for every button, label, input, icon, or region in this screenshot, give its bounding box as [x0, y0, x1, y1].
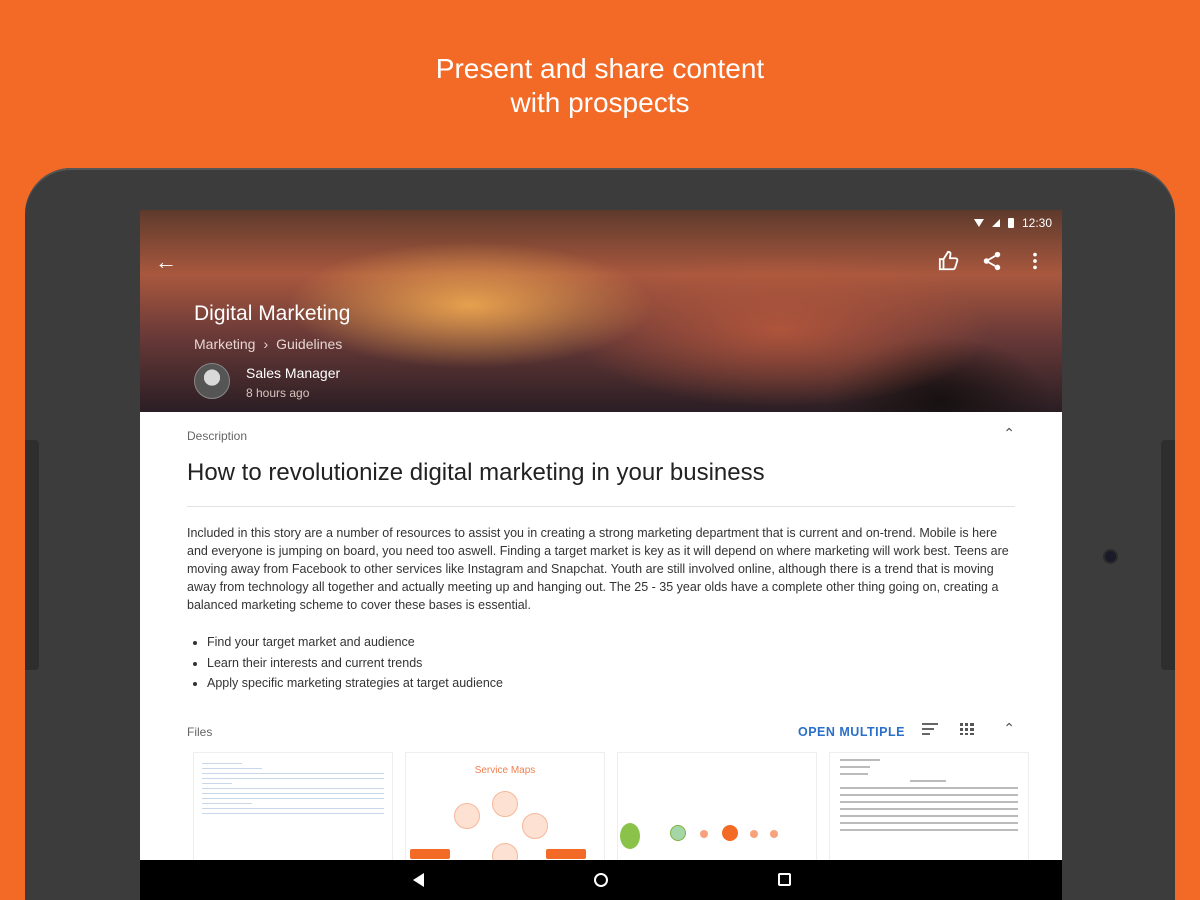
promo-headline-line2: with prospects — [510, 87, 690, 118]
sort-icon[interactable] — [922, 723, 938, 738]
share-icon[interactable] — [978, 250, 1006, 277]
files-chevron-up-icon[interactable]: ⌃ — [1003, 720, 1015, 737]
chevron-right-icon: › — [263, 336, 269, 352]
description-label: Description — [187, 429, 248, 443]
files-thumbnails: Service Maps — [193, 752, 1029, 862]
promo-headline-line1: Present and share content — [435, 53, 765, 84]
file-thumbnail-spreadsheet[interactable] — [193, 752, 393, 862]
file-thumbnail-document[interactable] — [829, 752, 1029, 862]
file-thumbnail-diagram[interactable] — [617, 752, 817, 862]
document-header: 12:30 ← Digital Marketing Marketing › Gu… — [140, 210, 1062, 412]
status-bar: 12:30 — [973, 216, 1052, 230]
list-item: Find your target market and audience — [207, 632, 503, 653]
status-time: 12:30 — [1021, 216, 1052, 230]
nav-recents-icon[interactable] — [772, 870, 796, 889]
nav-back-icon[interactable] — [406, 870, 430, 890]
divider — [187, 506, 1015, 507]
open-multiple-button[interactable]: OPEN MULTIPLE — [798, 725, 905, 739]
thumbnail-title: Service Maps — [474, 765, 536, 776]
chevron-up-icon[interactable]: ⌃ — [1003, 425, 1015, 442]
document-title: Digital Marketing — [194, 302, 351, 325]
author-name: Sales Manager — [246, 365, 341, 381]
description-heading: How to revolutionize digital marketing i… — [187, 459, 765, 486]
system-navigation-bar — [140, 860, 1062, 900]
breadcrumb: Marketing › Guidelines — [194, 336, 342, 352]
promo-headline: Present and share content with prospects — [0, 52, 1200, 120]
signal-icon — [991, 219, 1000, 227]
list-item: Learn their interests and current trends — [207, 653, 503, 674]
tablet-side-right — [1161, 440, 1175, 670]
description-body: Included in this story are a number of r… — [187, 526, 1009, 612]
device-screen: 12:30 ← Digital Marketing Marketing › Gu… — [140, 210, 1062, 900]
breadcrumb-item-guidelines[interactable]: Guidelines — [276, 336, 342, 352]
nav-home-icon[interactable] — [589, 870, 613, 890]
avatar[interactable] — [194, 363, 230, 399]
grid-view-icon[interactable] — [960, 723, 974, 735]
more-vert-icon[interactable] — [1021, 250, 1049, 277]
files-label: Files — [187, 725, 213, 739]
list-item: Apply specific marketing strategies at t… — [207, 673, 503, 694]
camera-icon — [1105, 551, 1116, 562]
description-bullets: Find your target market and audience Lea… — [207, 632, 503, 694]
thumbs-up-icon[interactable] — [935, 250, 963, 277]
post-timestamp: 8 hours ago — [246, 386, 310, 400]
tablet-side-left — [25, 440, 39, 670]
breadcrumb-item-marketing[interactable]: Marketing — [194, 336, 255, 352]
wifi-icon — [973, 219, 984, 227]
arrow-back-icon[interactable]: ← — [152, 250, 180, 274]
file-thumbnail-service-maps[interactable]: Service Maps — [405, 752, 605, 862]
battery-icon — [1007, 218, 1014, 228]
